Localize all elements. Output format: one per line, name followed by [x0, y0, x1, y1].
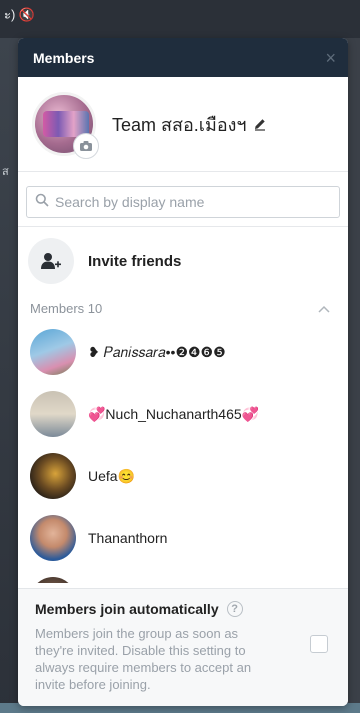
group-avatar[interactable] [32, 92, 99, 159]
member-name: 💞Nuch_Nuchanarth465💞 [88, 405, 260, 422]
background-top-bar: ะ) 🔇 [0, 0, 360, 38]
background-right-strip [348, 38, 360, 713]
member-name: Thananthorn [88, 530, 168, 546]
close-button[interactable]: × [325, 49, 336, 67]
list-item[interactable] [18, 569, 348, 583]
avatar [30, 577, 76, 583]
member-name: ❥ 𝑃𝑎𝑛𝑖𝑠𝑠𝑎𝑟𝑎••❷❹❻❺ [88, 343, 226, 360]
camera-icon[interactable] [73, 133, 99, 159]
add-person-icon [28, 238, 74, 284]
group-name-text: Team สสอ.เมืองฯ [112, 114, 247, 135]
group-name: Team สสอ.เมืองฯ [112, 110, 267, 139]
auto-join-title-text: Members join automatically [35, 601, 219, 617]
list-item[interactable]: Thananthorn [18, 507, 348, 569]
avatar [30, 391, 76, 437]
auto-join-checkbox[interactable] [310, 635, 328, 653]
auto-join-setting: Members join automatically ? Members joi… [18, 588, 348, 706]
search-box[interactable] [26, 186, 340, 218]
help-icon[interactable]: ? [226, 601, 243, 617]
search-area [18, 172, 348, 227]
avatar [30, 515, 76, 561]
invite-friends-label: Invite friends [88, 252, 182, 270]
members-section-header[interactable]: Members 10 [18, 295, 348, 321]
auto-join-title: Members join automatically ? [35, 601, 332, 617]
chevron-up-icon[interactable] [318, 301, 330, 316]
invite-friends-button[interactable]: Invite friends [18, 227, 348, 295]
member-name: Uefa😊 [88, 467, 136, 484]
pencil-icon[interactable] [253, 117, 267, 131]
members-dialog: Members × Team สสอ.เมืองฯ Search by disp… [18, 38, 348, 706]
dialog-title: Members [33, 49, 95, 66]
dialog-header: Members × [18, 38, 348, 77]
auto-join-description: Members join the group as soon as they'r… [35, 626, 252, 692]
list-item[interactable]: 💞Nuch_Nuchanarth465💞 [18, 383, 348, 445]
background-side-text: ส [2, 166, 9, 178]
members-list: ❥ 𝑃𝑎𝑛𝑖𝑠𝑠𝑎𝑟𝑎••❷❹❻❺ 💞Nuch_Nuchanarth465💞 U… [18, 321, 348, 583]
search-icon [35, 193, 49, 212]
system-status-icons: ะ) 🔇 [4, 7, 36, 22]
list-item[interactable]: ❥ 𝑃𝑎𝑛𝑖𝑠𝑠𝑎𝑟𝑎••❷❹❻❺ [18, 321, 348, 383]
members-count-label: Members 10 [30, 300, 103, 316]
background-left-strip: ส [0, 38, 18, 713]
avatar [30, 329, 76, 375]
list-item[interactable]: Uefa😊 [18, 445, 348, 507]
search-input[interactable] [55, 194, 325, 210]
group-info: Team สสอ.เมืองฯ [18, 77, 348, 172]
avatar [30, 453, 76, 499]
